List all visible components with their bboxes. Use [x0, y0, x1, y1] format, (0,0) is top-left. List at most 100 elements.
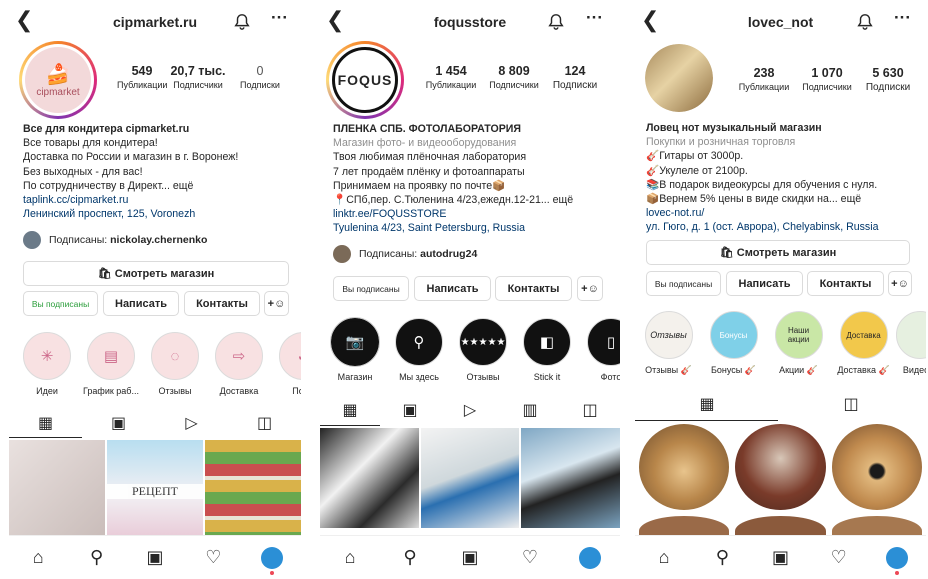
highlight-schedule[interactable]: ▤ График раб...: [79, 332, 143, 396]
highlight-stickit[interactable]: ◧ Stick it: [515, 318, 579, 382]
reels-icon[interactable]: ▣: [390, 400, 430, 420]
add-person-icon[interactable]: +☺: [577, 276, 603, 301]
contacts-button[interactable]: Контакты: [184, 291, 260, 316]
post-thumbnail[interactable]: [420, 428, 520, 528]
view-shop-button[interactable]: 🛍 Смотреть магазин: [646, 240, 910, 265]
profile-nav-avatar[interactable]: [576, 546, 604, 569]
tagged-icon[interactable]: ◫: [831, 394, 871, 414]
stat-followers[interactable]: 8 809 Подписчики: [482, 64, 546, 91]
avatar[interactable]: FOQUS: [326, 41, 404, 119]
heart-icon[interactable]: ♡: [825, 547, 853, 568]
location-pin-icon: ⚲: [395, 318, 443, 366]
highlight-shop[interactable]: 📷 Магазин: [323, 317, 387, 382]
bell-icon[interactable]: [547, 13, 565, 31]
highlight-bonuses[interactable]: Бонусы Бонусы 🎸: [701, 311, 766, 376]
bio-more[interactable]: По сотрудничеству в Директ... ещё: [23, 179, 293, 193]
stat-following[interactable]: 124 Подписки: [546, 64, 604, 91]
more-options-icon[interactable]: ···: [271, 8, 288, 28]
heart-icon[interactable]: ♡: [516, 547, 544, 568]
message-button[interactable]: Написать: [103, 291, 179, 316]
check-icon: ✓: [279, 332, 301, 380]
profile-nav-avatar[interactable]: [258, 546, 286, 575]
following-button[interactable]: Вы подписаны: [646, 271, 721, 296]
highlight-reviews[interactable]: Отзывы Отзывы 🎸: [636, 311, 701, 376]
post-thumbnail[interactable]: [831, 424, 922, 510]
post-thumbnail[interactable]: [320, 428, 419, 528]
profile-nav-avatar[interactable]: [883, 546, 911, 575]
bio-link[interactable]: linktr.ee/FOQUSSTORE: [333, 207, 612, 221]
username: foqusstore: [433, 14, 507, 30]
highlight-photo[interactable]: ▯ Фото: [579, 318, 620, 382]
followed-by[interactable]: Подписаны: autodrug24: [333, 245, 477, 263]
highlight-video[interactable]: Видео: [896, 311, 926, 376]
stat-followers[interactable]: 20,7 тыс. Подписчики: [167, 64, 229, 90]
add-person-icon[interactable]: +☺: [264, 291, 289, 316]
reels-icon[interactable]: ▣: [99, 413, 139, 433]
play-icon[interactable]: ▷: [172, 413, 212, 433]
bio-location[interactable]: ул. Гюго, д. 1 (ост. Аврора), Chelyabins…: [646, 220, 918, 234]
highlight-delivery[interactable]: ⇨ Доставка: [207, 332, 271, 396]
guides-icon[interactable]: ▥: [510, 400, 550, 420]
followed-by[interactable]: Подписаны: nickolay.chernenko: [23, 231, 207, 249]
highlight-reviews[interactable]: ★★★★★ Отзывы: [451, 318, 515, 382]
grid-icon[interactable]: ▦: [330, 400, 370, 420]
contacts-button[interactable]: Контакты: [495, 276, 572, 301]
post-thumbnail[interactable]: [205, 440, 301, 540]
stat-followers[interactable]: 1 070 Подписчики: [795, 66, 859, 93]
search-icon[interactable]: ⚲: [708, 547, 736, 568]
add-person-icon[interactable]: +☺: [888, 271, 912, 296]
following-button[interactable]: Вы подписаны: [23, 291, 98, 316]
avatar[interactable]: [645, 44, 713, 112]
post-thumbnail[interactable]: РЕЦЕПТ: [107, 440, 203, 540]
highlight-ideas[interactable]: ✳ Идеи: [15, 332, 79, 396]
highlight-promos[interactable]: Наши акции Акции 🎸: [766, 311, 831, 376]
grid-icon[interactable]: ▦: [687, 394, 727, 414]
view-shop-button[interactable]: 🛍 Смотреть магазин: [23, 261, 289, 286]
highlight-subscribe[interactable]: ✓Подп: [271, 332, 301, 396]
reels-icon[interactable]: ▣: [456, 547, 484, 568]
bell-icon[interactable]: [233, 13, 251, 31]
home-icon[interactable]: ⌂: [24, 547, 52, 568]
bottom-nav: ⌂ ⚲ ▣ ♡: [635, 535, 926, 579]
highlight-delivery[interactable]: Доставка Доставка 🎸: [831, 311, 896, 376]
following-button[interactable]: Вы подписаны: [333, 276, 409, 301]
stat-following[interactable]: 5 630 Подписки: [859, 66, 917, 93]
tagged-icon[interactable]: ◫: [570, 400, 610, 420]
bio-more[interactable]: 📦Вернем 5% цены в виде скидки на... ещё: [646, 192, 918, 206]
post-thumbnail[interactable]: [639, 424, 730, 510]
bio-location[interactable]: Ленинский проспект, 125, Voronezh: [23, 207, 293, 221]
bio-link[interactable]: taplink.cc/cipmarket.ru: [23, 193, 293, 207]
highlight-location[interactable]: ⚲ Мы здесь: [387, 318, 451, 382]
post-thumbnail[interactable]: [9, 440, 105, 540]
search-icon[interactable]: ⚲: [396, 547, 424, 568]
stat-posts[interactable]: 549 Публикации: [117, 64, 167, 90]
tagged-icon[interactable]: ◫: [245, 413, 285, 433]
search-icon[interactable]: ⚲: [83, 547, 111, 568]
bio-link[interactable]: lovec-not.ru/: [646, 206, 918, 220]
active-tab-indicator: [320, 425, 380, 426]
message-button[interactable]: Написать: [414, 276, 491, 301]
post-thumbnail[interactable]: [735, 424, 826, 510]
heart-icon[interactable]: ♡: [199, 547, 227, 568]
stat-following[interactable]: 0 Подписки: [229, 64, 291, 90]
stat-posts[interactable]: 238 Публикации: [733, 66, 795, 93]
profile-panel-foqusstore: ❮ foqusstore ··· FOQUS 1 454 Публикации 8…: [320, 0, 620, 579]
more-options-icon[interactable]: ···: [586, 8, 603, 28]
play-icon[interactable]: ▷: [450, 400, 490, 420]
stat-posts[interactable]: 1 454 Публикации: [420, 64, 482, 91]
grid-icon[interactable]: ▦: [26, 413, 66, 433]
avatar[interactable]: 🍰 cipmarket: [19, 41, 97, 119]
message-button[interactable]: Написать: [726, 271, 803, 296]
bio-more[interactable]: 📍СПб,пер. С.Тюленина 4/23,ежедн.12-21...…: [333, 193, 612, 207]
highlight-reviews[interactable]: ◌ Отзывы: [143, 332, 207, 396]
bio-location[interactable]: Tyulenina 4/23, Saint Petersburg, Russia: [333, 221, 612, 235]
bell-icon[interactable]: [856, 13, 874, 31]
home-icon[interactable]: ⌂: [650, 547, 678, 568]
sticker-icon: ◧: [523, 318, 571, 366]
contacts-button[interactable]: Контакты: [807, 271, 884, 296]
reels-icon[interactable]: ▣: [766, 547, 794, 568]
post-thumbnail[interactable]: [521, 428, 620, 528]
more-options-icon[interactable]: ···: [894, 8, 911, 28]
reels-icon[interactable]: ▣: [141, 547, 169, 568]
home-icon[interactable]: ⌂: [336, 547, 364, 568]
